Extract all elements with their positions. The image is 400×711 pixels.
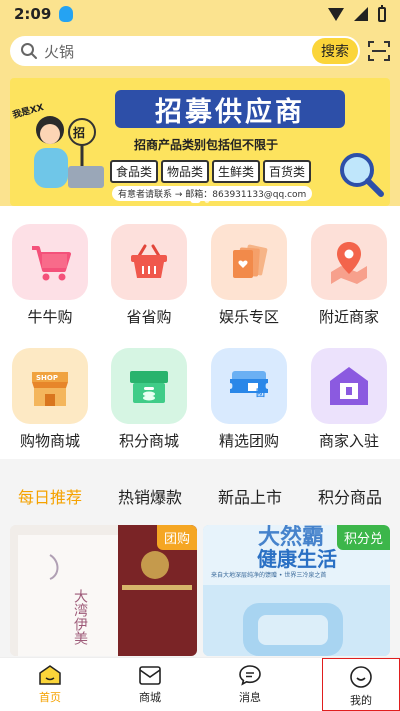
nav-label: 商城	[139, 691, 161, 704]
category-label: 省省购	[126, 308, 172, 326]
home-icon	[39, 665, 61, 685]
cards-icon	[211, 224, 287, 300]
banner-categories: 食品类 物品类 生鲜类 百货类	[110, 160, 312, 183]
shop-sign-text: SHOP	[36, 374, 58, 382]
banner-dot	[190, 198, 201, 203]
tab-hot-sellers[interactable]: 热销爆款	[100, 484, 200, 508]
banner-title: 招募供应商	[115, 90, 345, 128]
nav-label: 我的	[350, 694, 372, 707]
banner-category: 物品类	[161, 160, 210, 183]
product-headline: 健康生活	[257, 547, 337, 571]
tab-points-products[interactable]: 积分商品	[300, 484, 400, 508]
mall-icon	[139, 666, 161, 685]
magnifier-icon	[340, 153, 384, 197]
status-indicators	[328, 4, 386, 22]
tab-daily-recommend[interactable]: 每日推荐	[0, 484, 100, 508]
category-shengshenggou[interactable]: 省省购	[104, 224, 194, 327]
category-label: 精选团购	[218, 432, 279, 450]
scan-icon[interactable]	[368, 40, 390, 62]
ticket-text: 团	[256, 389, 266, 399]
nav-profile[interactable]: 我的	[322, 658, 400, 711]
category-entertainment[interactable]: 娱乐专区	[204, 224, 294, 327]
banner-dot	[204, 198, 210, 203]
search-placeholder: 火锅	[44, 42, 75, 61]
banner-category: 生鲜类	[212, 160, 261, 183]
supplier-banner[interactable]: 招 我是XX 招募供应商 招商产品类别包括但不限于 食品类 物品类 生鲜类 百货…	[10, 78, 390, 206]
category-label: 积分商城	[118, 432, 179, 450]
status-time: 2:09	[14, 5, 52, 23]
banner-contact: 有意者请联系 → 邮箱：863931133@qq.com	[112, 186, 313, 201]
category-group-buy[interactable]: 团 精选团购	[204, 348, 294, 451]
bottom-nav: 首页 商城 消息 我的	[0, 657, 400, 711]
category-niuniugou[interactable]: 牛牛购	[5, 224, 95, 327]
status-bar: 2:09	[0, 0, 400, 28]
category-label: 商家入驻	[318, 432, 379, 450]
category-nearby-merchants[interactable]: 附近商家	[304, 224, 394, 327]
category-grid: 牛牛购 省省购 娱乐专区 附近商家 SHOP 购物商城 积分商城 团 精选团购 …	[0, 206, 400, 459]
shop-icon	[12, 348, 88, 424]
category-merchant-join[interactable]: 商家入驻	[304, 348, 394, 451]
category-shopping-mall[interactable]: SHOP 购物商城	[5, 348, 95, 451]
category-label: 娱乐专区	[218, 308, 279, 326]
category-label: 购物商城	[19, 432, 80, 450]
basket-icon	[111, 224, 187, 300]
message-icon	[239, 665, 261, 686]
product-card[interactable]: 大然霸 健康生活 来自大地深层纯净的馈赠 • 世界三冷泉之首 积分兑	[203, 525, 390, 656]
profile-icon	[350, 666, 372, 688]
banner-stamp: 招	[73, 126, 86, 140]
category-points-mall[interactable]: 积分商城	[104, 348, 194, 451]
battery-icon	[378, 4, 386, 22]
nav-messages[interactable]: 消息	[200, 658, 300, 711]
nav-label: 消息	[239, 691, 261, 704]
search-row: 火锅 搜索	[10, 36, 390, 66]
qq-notification-icon	[59, 6, 74, 22]
product-card[interactable]: 大湾伊美 团购	[10, 525, 197, 656]
product-badge: 积分兑	[336, 525, 390, 550]
search-input[interactable]: 火锅 搜索	[10, 36, 360, 66]
nav-home[interactable]: 首页	[0, 658, 100, 711]
tab-new-arrivals[interactable]: 新品上市	[200, 484, 300, 508]
category-label: 附近商家	[318, 308, 379, 326]
nav-mall[interactable]: 商城	[100, 658, 200, 711]
product-badge: 团购	[156, 525, 197, 550]
cart-icon	[12, 224, 88, 300]
search-icon	[20, 42, 38, 60]
product-brand-text: 大湾伊美	[72, 589, 88, 645]
store-house-icon	[311, 348, 387, 424]
signal-icon	[354, 7, 368, 21]
wifi-icon	[328, 7, 344, 21]
product-subtitle: 来自大地深层纯净的馈赠 • 世界三冷泉之首	[211, 572, 327, 579]
banner-subtitle: 招商产品类别包括但不限于	[134, 138, 279, 152]
banner-category: 食品类	[110, 160, 159, 183]
banner-pagination	[190, 198, 210, 203]
banner-category: 百货类	[263, 160, 312, 183]
product-tabs: 每日推荐 热销爆款 新品上市 积分商品	[0, 476, 400, 516]
banner-illustration	[34, 116, 104, 188]
map-pin-icon	[311, 224, 387, 300]
nav-label: 首页	[39, 691, 61, 704]
ticket-icon	[211, 348, 287, 424]
points-box-icon	[111, 348, 187, 424]
search-button[interactable]: 搜索	[312, 38, 358, 64]
category-label: 牛牛购	[27, 308, 73, 326]
